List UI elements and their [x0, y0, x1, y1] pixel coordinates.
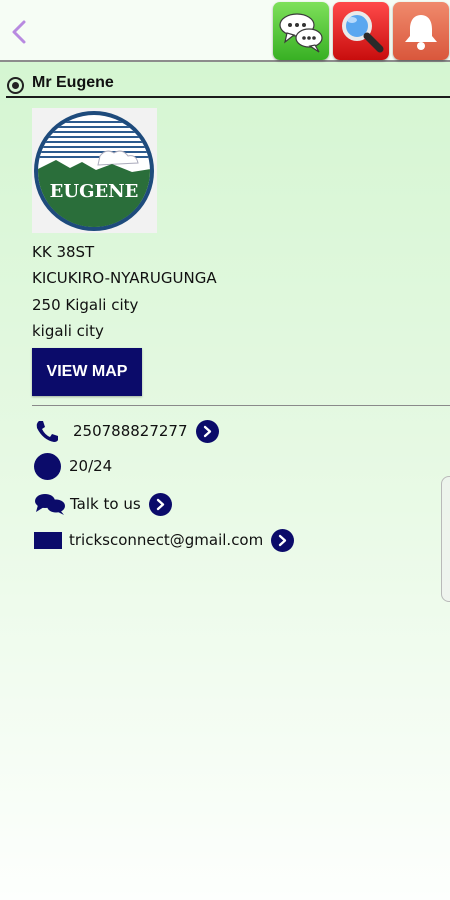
email-go-button[interactable]	[271, 528, 295, 552]
email-address: tricksconnect@gmail.com	[69, 531, 264, 549]
side-drawer-handle[interactable]	[441, 476, 450, 602]
notifications-button[interactable]	[393, 2, 449, 60]
address-line-2: KICUKIRO-NYARUGUNGA	[32, 269, 217, 287]
logo-text: EUGENE	[50, 181, 139, 202]
phone-icon	[36, 421, 58, 442]
view-map-button[interactable]: VIEW MAP	[32, 348, 142, 396]
email-row[interactable]: tricksconnect@gmail.com	[34, 527, 295, 553]
talk-go-button[interactable]	[148, 492, 172, 516]
chevron-right-icon	[156, 498, 164, 510]
talk-row[interactable]: Talk to us	[34, 491, 172, 517]
address-line-4: kigali city	[32, 322, 104, 340]
address-line-1: KK 38ST	[32, 243, 95, 261]
chevron-right-icon	[203, 425, 211, 437]
back-button[interactable]	[6, 14, 32, 50]
talk-to-us-label: Talk to us	[70, 495, 141, 513]
phone-number: 250788827277	[73, 422, 188, 440]
profile-name: Mr Eugene	[32, 74, 114, 91]
business-logo: EUGENE	[32, 108, 157, 233]
profile-header: Mr Eugene	[6, 72, 450, 98]
hours-row: 20/24	[34, 452, 113, 480]
opening-hours: 20/24	[69, 457, 113, 475]
phone-go-button[interactable]	[195, 419, 219, 443]
search-button[interactable]	[333, 2, 389, 60]
location-radio-icon	[7, 77, 24, 94]
section-divider	[32, 405, 450, 406]
chevron-left-icon	[12, 20, 26, 44]
chat-icon	[35, 494, 65, 515]
email-icon	[34, 531, 62, 549]
chat-button[interactable]	[273, 2, 329, 60]
bell-icon	[405, 15, 437, 50]
top-app-bar	[0, 0, 450, 62]
address-line-3: 250 Kigali city	[32, 296, 139, 314]
magnifier-icon	[342, 11, 384, 53]
chat-bubbles-icon	[279, 13, 323, 53]
logo-emblem-icon: EUGENE	[34, 111, 154, 231]
clock-icon	[34, 452, 61, 480]
chevron-right-icon	[279, 534, 287, 546]
phone-row[interactable]: 250788827277	[34, 418, 219, 444]
